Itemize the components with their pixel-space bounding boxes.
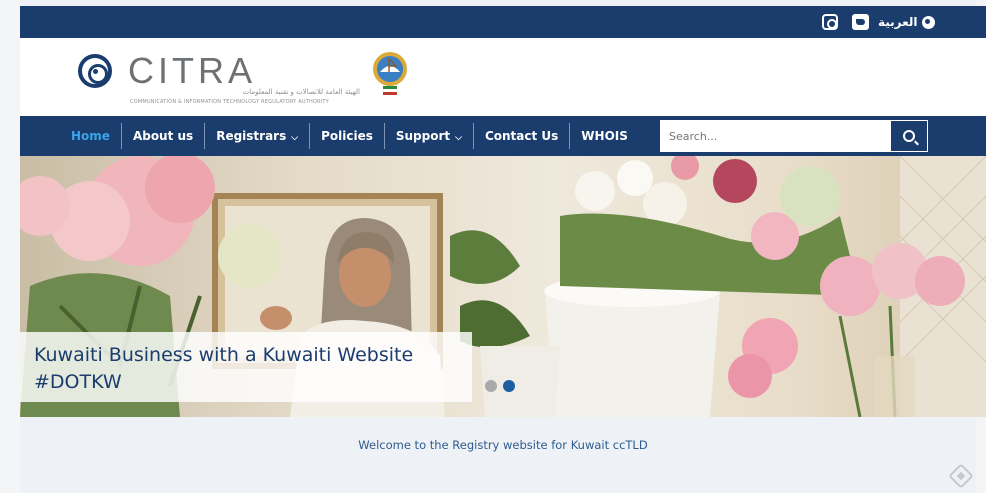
language-label: العربية [878,15,918,29]
chevron-down-icon: ⌵ [455,133,462,143]
top-bar: العربية [20,6,986,38]
hero-caption: Kuwaiti Business with a Kuwaiti Website … [20,332,472,402]
main-nav: Home About us Registrars ⌵ Policies Suppo… [20,116,986,156]
search-icon [903,130,915,142]
slider-dot-1[interactable] [485,380,497,392]
slider-pagination [485,380,515,392]
nav-home[interactable]: Home [60,123,122,149]
nav-support[interactable]: Support ⌵ [385,123,474,149]
nav-policies[interactable]: Policies [310,123,385,149]
nav-contact-us[interactable]: Contact Us [474,123,571,149]
scroll-top-icon[interactable] [948,463,974,489]
logo-text[interactable]: CITRA [128,50,256,92]
hero-banner: Kuwaiti Business with a Kuwaiti Website … [20,156,986,417]
nav-about-us[interactable]: About us [122,123,206,149]
nav-registrars[interactable]: Registrars ⌵ [205,123,311,149]
twitter-icon[interactable] [852,14,869,30]
citra-logo-icon[interactable] [78,54,112,88]
hero-caption-line-1: Kuwaiti Business with a Kuwaiti Website [34,344,414,366]
language-switch[interactable]: العربية [878,13,935,31]
search-input[interactable] [660,120,890,152]
window-left-margin [0,0,20,493]
search-button[interactable] [890,120,928,152]
welcome-text: Welcome to the Registry website for Kuwa… [358,438,648,452]
site-header: CITRA الهيئة العامة للاتصالات و تقنية ال… [20,38,986,116]
slider-dot-2[interactable] [503,380,515,392]
hero-caption-line-2[interactable]: #DOTKW [34,369,458,396]
nav-whois[interactable]: WHOIS [570,123,639,149]
logo-subtitle-arabic: الهيئة العامة للاتصالات و تقنية المعلوما… [242,88,360,96]
instagram-icon[interactable] [822,14,838,30]
search-form [660,120,928,152]
chevron-down-icon: ⌵ [291,133,299,143]
kuwait-emblem-icon [373,52,407,95]
globe-icon [921,15,935,29]
logo-subtitle-english: COMMUNICATION & INFORMATION TECHNOLOGY R… [130,99,329,105]
